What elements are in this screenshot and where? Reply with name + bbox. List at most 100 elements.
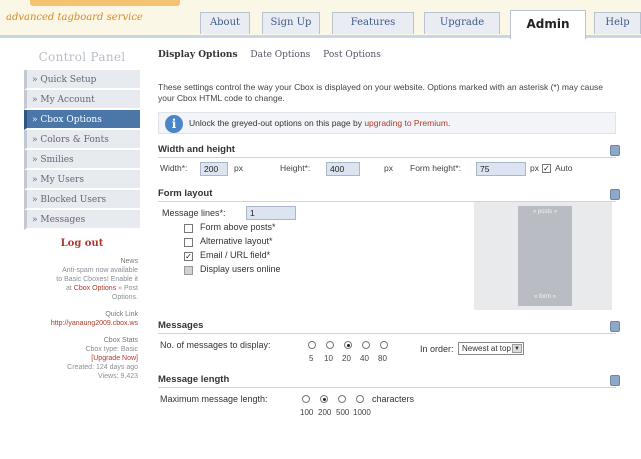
help-icon[interactable] [610,145,620,156]
radio-messages-80[interactable] [380,341,388,349]
width-label: Width*: [160,163,188,173]
upgrade-now-link[interactable]: [Upgrade Now] [24,354,138,363]
logout-link[interactable]: Log out [24,238,140,249]
message-lines-label: Message lines*: [162,208,226,218]
form-height-label: Form height*: [410,163,462,173]
width-height-row: Width*: 200 px Height*: 400 px Form heig… [158,160,628,178]
news-heading: News [120,258,138,265]
radio-messages-20[interactable] [344,341,352,349]
quick-link-heading: Quick Link [105,311,138,318]
radio-label: 40 [360,354,369,363]
sidebar-item-quick-setup[interactable]: » Quick Setup [24,70,140,90]
auto-checkbox[interactable]: ✓ [542,164,551,173]
sidebar-item-colors-fonts[interactable]: » Colors & Fonts [24,130,140,150]
radio-length-100[interactable] [302,395,310,403]
quick-link-url[interactable]: http://yanaung2009.cbox.ws [24,319,138,328]
messages-section: Messages No. of messages to display: 5 1… [158,320,628,368]
sidebar-item-my-users[interactable]: » My Users [24,170,140,190]
tagline: advanced tagboard service [6,12,143,23]
characters-label: characters [372,394,415,404]
email-url-label: Email / URL field* [200,250,271,260]
radio-length-200[interactable] [320,395,328,403]
subtab-date-options[interactable]: Date Options [250,50,310,60]
radio-label: 10 [324,354,333,363]
main-content: Display Options Date Options Post Option… [158,50,628,418]
subtab-display-options[interactable]: Display Options [158,50,238,60]
width-height-section: Width and height Width*: 200 px Height*:… [158,144,628,178]
stats-type: Cbox type: Basic [85,346,138,353]
tab-help[interactable]: Help [594,12,641,34]
quick-link-block: Quick Link http://yanaung2009.cbox.ws [24,310,140,328]
form-layout-header: Form layout [158,188,620,202]
order-label: In order: [420,344,454,354]
tab-upgrade[interactable]: Upgrade [424,12,500,34]
height-label: Height*: [280,163,311,173]
stats-views: Views: 9,423 [98,373,138,380]
messages-header: Messages [158,320,620,334]
alternative-layout-checkbox[interactable] [184,238,193,247]
intro-text: These settings control the way your Cbox… [158,82,604,103]
order-select[interactable]: Newest at top ▼ [458,342,524,355]
radio-messages-5[interactable] [308,341,316,349]
px-unit: px [530,163,539,173]
width-input[interactable]: 200 [200,162,228,176]
news-line: Anti-spam now available [62,267,138,274]
preview-column: « posts » « form » [518,206,572,306]
news-block: News Anti-spam now available to Basic Cb… [24,257,140,302]
tab-features[interactable]: Features [332,12,414,34]
display-users-online-label: Display users online [200,264,281,274]
radio-label: 500 [336,408,350,417]
sidebar-item-smilies[interactable]: » Smilies [24,150,140,170]
radio-length-1000[interactable] [356,395,364,403]
stats-heading: Cbox Stats [103,337,138,344]
tab-admin[interactable]: Admin [510,10,586,39]
sidebar-item-my-account[interactable]: » My Account [24,90,140,110]
notice-prefix: Unlock the greyed-out options on this pa… [189,118,365,128]
email-url-checkbox[interactable]: ✓ [184,252,193,261]
max-length-label: Maximum message length: [160,394,268,404]
radio-length-500[interactable] [338,395,346,403]
help-icon[interactable] [610,375,620,386]
width-height-header: Width and height [158,144,620,158]
form-above-posts-label: Form above posts* [200,222,276,232]
tab-about[interactable]: About [200,12,250,34]
subtab-post-options[interactable]: Post Options [323,50,381,60]
premium-notice: i Unlock the greyed-out options on this … [158,112,616,134]
height-input[interactable]: 400 [326,162,360,176]
auto-label: Auto [555,163,573,173]
sidebar-item-blocked-users[interactable]: » Blocked Users [24,190,140,210]
sidebar-item-messages[interactable]: » Messages [24,210,140,230]
sidebar-item-cbox-options[interactable]: » Cbox Options [24,110,140,130]
news-text: at [65,285,74,292]
preview-form-label: « form » [533,294,556,300]
tab-sign-up[interactable]: Sign Up [262,12,320,34]
message-length-row: Maximum message length: 100 200 500 1000… [158,388,628,418]
cbox-logo [30,0,180,6]
cbox-options-link[interactable]: Cbox Options [74,285,116,292]
form-layout-section: Form layout Message lines*: 1 Form above… [158,188,628,314]
cbox-stats-block: Cbox Stats Cbox type: Basic [Upgrade Now… [24,336,140,381]
message-length-header: Message length [158,374,620,388]
form-height-input[interactable]: 75 [476,162,526,176]
radio-label: 1000 [353,408,371,417]
message-length-section: Message length Maximum message length: 1… [158,374,628,418]
help-icon[interactable] [610,321,620,332]
messages-count-label: No. of messages to display: [160,340,271,350]
news-line: to Basic Cboxes! Enable it [56,276,138,283]
form-layout-body: Message lines*: 1 Form above posts* Alte… [158,202,628,314]
news-line: at Cbox Options » Post [24,284,138,293]
upgrade-premium-link[interactable]: upgrading to Premium [364,118,448,128]
px-unit: px [234,163,243,173]
radio-label: 80 [378,354,387,363]
radio-messages-10[interactable] [326,341,334,349]
info-icon: i [165,115,183,133]
display-users-online-checkbox [184,266,193,275]
news-line: Options. [111,294,138,301]
radio-messages-40[interactable] [362,341,370,349]
radio-label: 5 [309,354,314,363]
message-lines-input[interactable]: 1 [246,206,296,220]
help-icon[interactable] [610,189,620,200]
alternative-layout-label: Alternative layout* [200,236,273,246]
news-text: » Post [116,285,138,292]
form-above-posts-checkbox[interactable] [184,224,193,233]
